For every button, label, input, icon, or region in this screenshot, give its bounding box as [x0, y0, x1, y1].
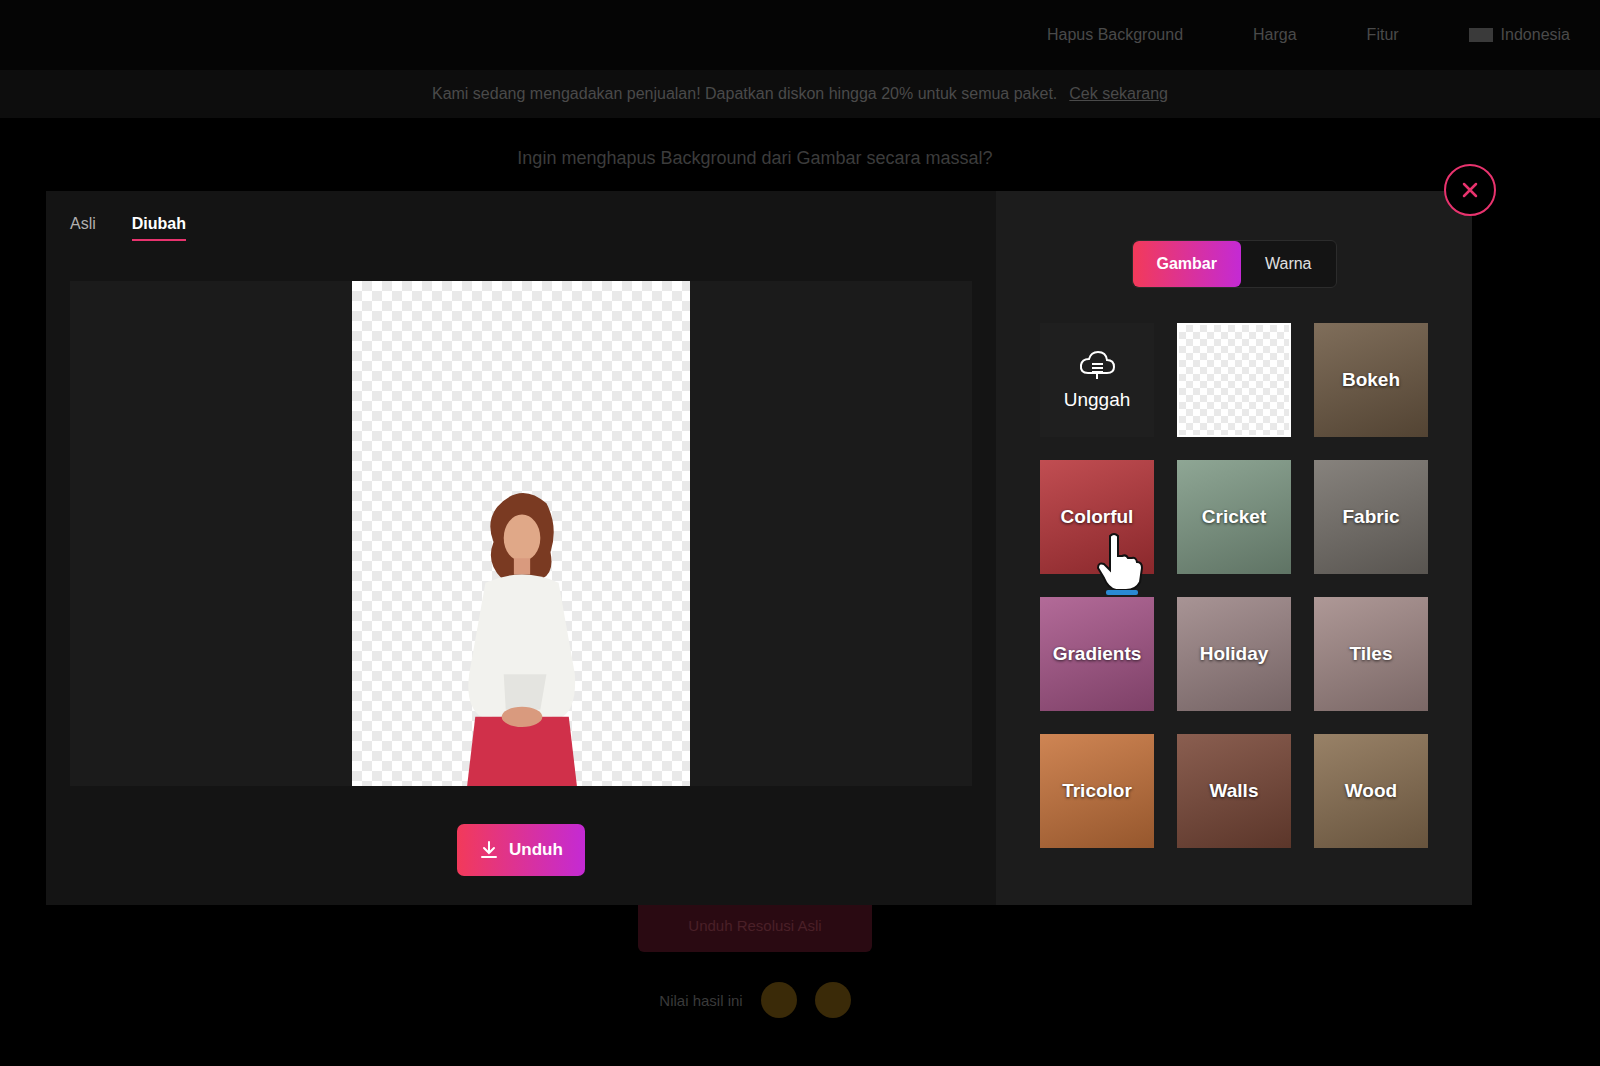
download-button[interactable]: Unduh — [457, 824, 585, 876]
background-tile[interactable]: Colorful — [1040, 460, 1154, 574]
flag-icon — [1469, 28, 1493, 42]
preview-area — [70, 281, 972, 786]
headline[interactable]: Ingin menghapus Background dari Gambar s… — [517, 148, 992, 169]
result-image — [352, 281, 690, 786]
rate-row: Nilai hasil ini — [659, 982, 850, 1018]
background-tile[interactable]: Fabric — [1314, 460, 1428, 574]
page: Hapus Background Harga Fitur Indonesia Kami … — [0, 0, 1600, 1066]
preview-panel: Asli Diubah Unduh — [46, 191, 996, 905]
language-select[interactable]: Indonesia — [1469, 26, 1570, 44]
background-tile[interactable]: Bokeh — [1314, 323, 1428, 437]
background-tile[interactable]: Tricolor — [1040, 734, 1154, 848]
background-tile[interactable]: Walls — [1177, 734, 1291, 848]
background-tile[interactable]: Tiles — [1314, 597, 1428, 711]
emoji-icon[interactable] — [815, 982, 851, 1018]
person-photo — [443, 481, 599, 786]
promo-banner: Kami sedang mengadakan penjualan! Dapatk… — [0, 70, 1600, 118]
nav-item[interactable]: Hapus Background — [1047, 26, 1183, 44]
background-grid: Unggah Bokeh ColorfulCricketFabric Gradient… — [1040, 323, 1428, 848]
download-hd-button[interactable]: Unduh Resolusi Asli — [638, 899, 871, 952]
view-tabs: Asli Diubah — [70, 209, 972, 253]
emoji-icon[interactable] — [761, 982, 797, 1018]
background-tile[interactable] — [1177, 323, 1291, 437]
view-tab[interactable]: Asli — [70, 209, 96, 241]
top-nav: Hapus Background Harga Fitur Indonesia — [0, 0, 1600, 70]
background-tile[interactable]: Holiday — [1177, 597, 1291, 711]
modal: Asli Diubah Unduh GambarWarna Unggah Bokeh Col… — [46, 191, 1472, 905]
banner-link[interactable]: Cek sekarang — [1069, 85, 1168, 103]
close-icon — [1461, 181, 1479, 199]
view-tab[interactable]: Diubah — [132, 209, 186, 241]
close-button[interactable] — [1444, 164, 1496, 216]
nav-item[interactable]: Fitur — [1367, 26, 1399, 44]
background-type-toggle: GambarWarna — [1132, 240, 1337, 288]
background-panel: GambarWarna Unggah Bokeh ColorfulCricketFab… — [996, 191, 1472, 905]
background-type-tab[interactable]: Gambar — [1133, 241, 1241, 287]
upload-cloud-icon — [1078, 349, 1116, 381]
background-tile[interactable]: Wood — [1314, 734, 1428, 848]
background-tile[interactable]: Unggah — [1040, 323, 1154, 437]
hand-cursor-icon — [1096, 532, 1144, 596]
background-type-tab[interactable]: Warna — [1241, 241, 1336, 287]
modal-overlay: Asli Diubah Unduh GambarWarna Unggah Bokeh Col… — [46, 191, 1472, 905]
nav-item[interactable]: Harga — [1253, 26, 1297, 44]
banner-text: Kami sedang mengadakan penjualan! Dapatk… — [432, 85, 1057, 103]
background-tile[interactable]: Gradients — [1040, 597, 1154, 711]
download-icon — [479, 840, 499, 860]
rate-label: Nilai hasil ini — [659, 992, 742, 1009]
background-tile[interactable]: Cricket — [1177, 460, 1291, 574]
